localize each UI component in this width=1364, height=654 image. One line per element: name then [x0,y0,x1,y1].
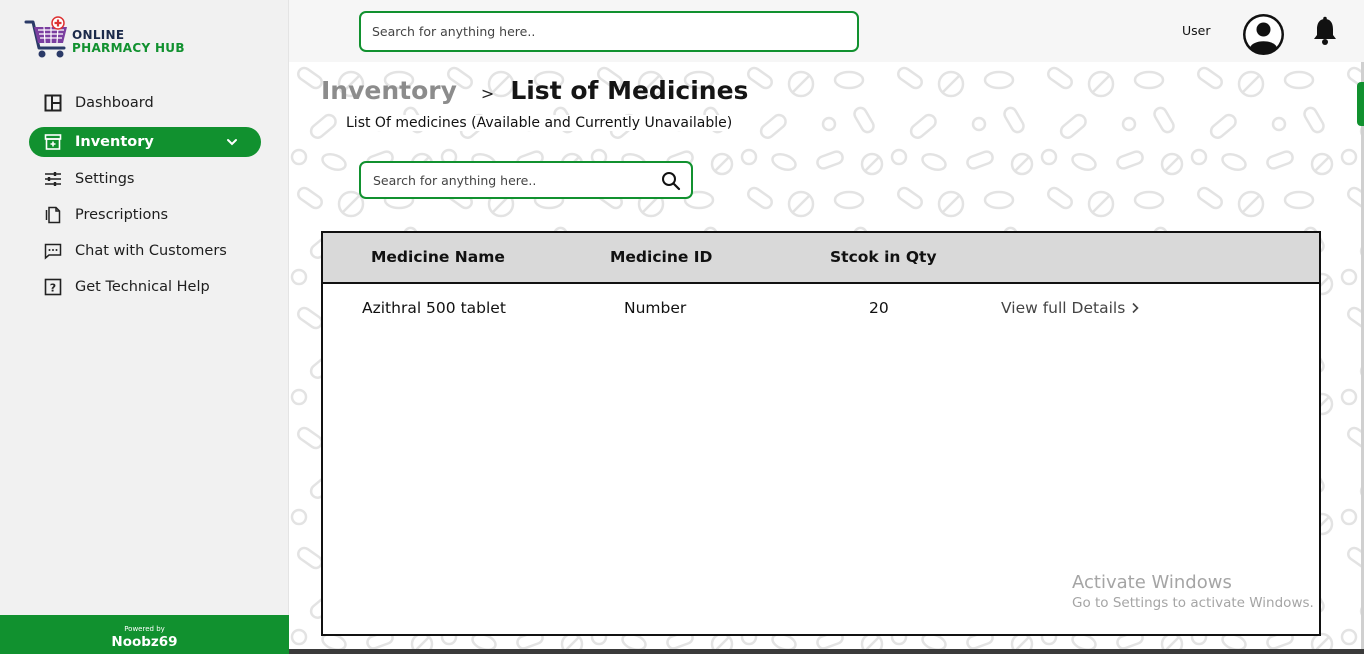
column-header-name: Medicine Name [371,248,505,266]
sidebar-item-label: Chat with Customers [75,243,227,259]
user-avatar-icon[interactable] [1242,13,1285,56]
brand-line2: PHARMACY HUB [72,41,185,55]
svg-text:?: ? [50,282,56,295]
brand-line1: ONLINE [72,28,125,42]
cell-medicine-id: Number [624,299,687,317]
breadcrumb-separator-icon: > [480,84,495,103]
sidebar-item-label: Inventory [75,134,154,150]
top-bar: User [289,0,1364,62]
sidebar-item-prescriptions[interactable]: Prescriptions [29,197,261,233]
sidebar-item-help[interactable]: ? Get Technical Help [29,269,261,305]
view-details-link[interactable]: View full Details [1001,299,1140,317]
watermark-title: Activate Windows [1072,572,1232,593]
page-title: List of Medicines [510,76,749,105]
bottom-border [289,649,1364,654]
sidebar-item-label: Prescriptions [75,207,169,223]
chevron-down-icon[interactable] [225,135,239,153]
powered-by-label: Powered by [124,625,165,633]
column-header-id: Medicine ID [610,248,713,266]
sidebar-item-label: Dashboard [75,95,154,111]
sidebar-item-settings[interactable]: Settings [29,161,261,197]
document-icon [43,205,63,225]
sliders-icon [43,169,63,189]
powered-by-banner: Powered by Noobz69 [0,615,289,654]
cell-medicine-name: Azithral 500 tablet [362,299,506,317]
side-tab-handle[interactable] [1357,82,1364,126]
powered-by-name: Noobz69 [111,634,178,650]
sidebar-item-label: Get Technical Help [75,279,210,295]
sidebar-item-inventory[interactable]: Inventory [29,127,261,157]
breadcrumb: Inventory > List of Medicines [321,76,748,110]
windows-activation-watermark: Activate Windows Go to Settings to activ… [1072,572,1314,611]
user-label: User [1182,23,1211,38]
sidebar-nav: Dashboard Inventory Settings Prescriptio… [29,85,261,305]
chat-icon [43,241,63,261]
sidebar-item-dashboard[interactable]: Dashboard [29,85,261,121]
cell-stock-qty: 20 [869,299,889,317]
global-search [359,11,859,52]
brand-logo[interactable]: ONLINE PHARMACY HUB [24,16,194,64]
sidebar: ONLINE PHARMACY HUB Dashboard Inventory … [0,0,289,654]
sidebar-item-chat[interactable]: Chat with Customers [29,233,261,269]
medicine-search [359,161,693,199]
table-header: Medicine Name Medicine ID Stcok in Qty [323,233,1319,284]
global-search-input[interactable] [361,13,857,50]
dashboard-icon [43,93,63,113]
medicine-search-input[interactable] [361,163,641,197]
notification-bell-icon[interactable] [1310,16,1340,46]
help-icon: ? [43,277,63,297]
page-subtitle: List Of medicines (Available and Current… [346,115,733,131]
main-content: Inventory > List of Medicines List Of me… [289,62,1361,650]
sidebar-item-label: Settings [75,171,135,187]
shopping-cart-logo-icon [24,16,67,58]
watermark-subtitle: Go to Settings to activate Windows. [1072,595,1314,611]
breadcrumb-inventory-link[interactable]: Inventory [321,76,457,105]
view-details-label: View full Details [1001,299,1126,317]
inventory-box-icon [43,132,63,152]
chevron-right-icon [1131,302,1140,314]
column-header-qty: Stcok in Qty [830,248,937,266]
search-icon[interactable] [661,171,681,191]
